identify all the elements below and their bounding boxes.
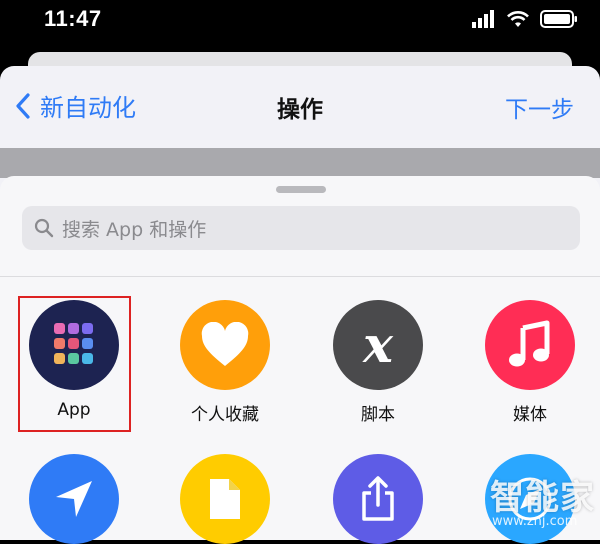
action-label: 媒体: [513, 405, 547, 425]
share-icon: [333, 454, 423, 544]
search-placeholder: 搜索 App 和操作: [62, 218, 207, 241]
battery-icon: [540, 10, 577, 28]
music-note-icon: [485, 300, 575, 390]
divider: [0, 276, 600, 277]
action-media[interactable]: 媒体: [460, 300, 600, 425]
next-button[interactable]: 下一步: [505, 90, 574, 124]
navigation-bar: 新自动化 操作 下一步: [0, 66, 600, 148]
selection-highlight: [18, 296, 131, 432]
status-bar: 11:47: [0, 0, 600, 44]
document-icon: [180, 454, 270, 544]
action-documents[interactable]: [155, 454, 295, 544]
search-icon: [32, 216, 56, 240]
watermark: 智能家: [490, 478, 595, 518]
action-favorites[interactable]: 个人收藏: [155, 300, 295, 425]
sheet-grabber[interactable]: [276, 186, 326, 193]
action-scripting[interactable]: x 脚本: [308, 300, 448, 425]
status-icons: [472, 10, 578, 28]
action-location[interactable]: [4, 454, 144, 544]
cellular-signal-icon: [472, 10, 494, 28]
script-x-icon: x: [333, 300, 423, 390]
action-sharing[interactable]: [308, 454, 448, 544]
action-label: 脚本: [361, 405, 395, 425]
dimmed-background: [0, 148, 600, 178]
location-arrow-icon: [29, 454, 119, 544]
search-input[interactable]: 搜索 App 和操作: [22, 206, 580, 250]
heart-icon: [180, 300, 270, 390]
wifi-icon: [507, 11, 529, 27]
action-label: 个人收藏: [191, 405, 259, 425]
status-time: 11:47: [44, 6, 102, 31]
watermark-url: www.znj.com: [492, 514, 578, 529]
